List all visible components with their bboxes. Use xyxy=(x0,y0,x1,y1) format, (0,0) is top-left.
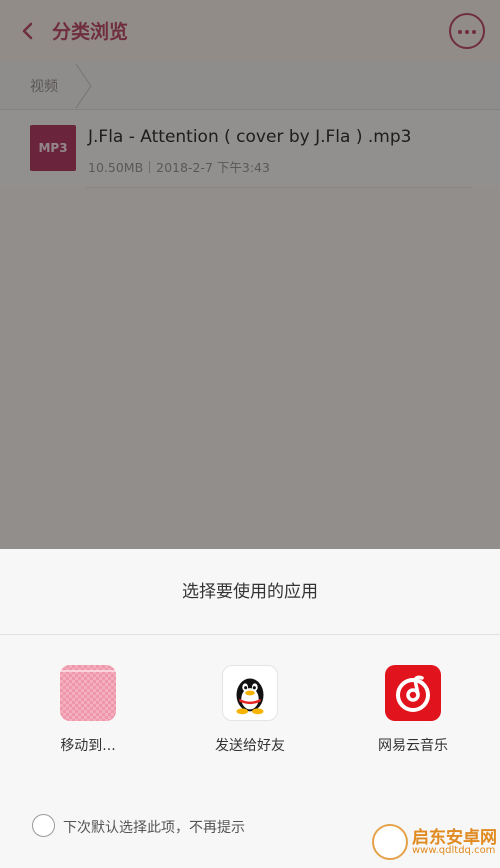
folder-icon xyxy=(60,665,116,721)
app-option-label: 移动到... xyxy=(60,738,116,754)
chooser-title: 选择要使用的应用 xyxy=(0,549,500,635)
watermark-url: www.qdltdq.com xyxy=(412,845,496,856)
app-option-label: 发送给好友 xyxy=(215,738,285,754)
remember-choice-label: 下次默认选择此项，不再提示 xyxy=(63,820,245,836)
app-option-netease-music[interactable]: 网易云音乐 xyxy=(353,665,473,755)
radio-circle-icon[interactable] xyxy=(32,814,55,837)
qq-penguin-icon xyxy=(222,665,278,721)
app-option-qq[interactable]: 发送给好友 xyxy=(190,665,310,755)
app-option-label: 网易云音乐 xyxy=(378,738,448,754)
app-option-move[interactable]: 移动到... xyxy=(28,665,148,755)
netease-music-icon xyxy=(385,665,441,721)
watermark: 启东安卓网 www.qdltdq.com xyxy=(372,820,497,864)
watermark-logo-icon xyxy=(372,824,408,860)
